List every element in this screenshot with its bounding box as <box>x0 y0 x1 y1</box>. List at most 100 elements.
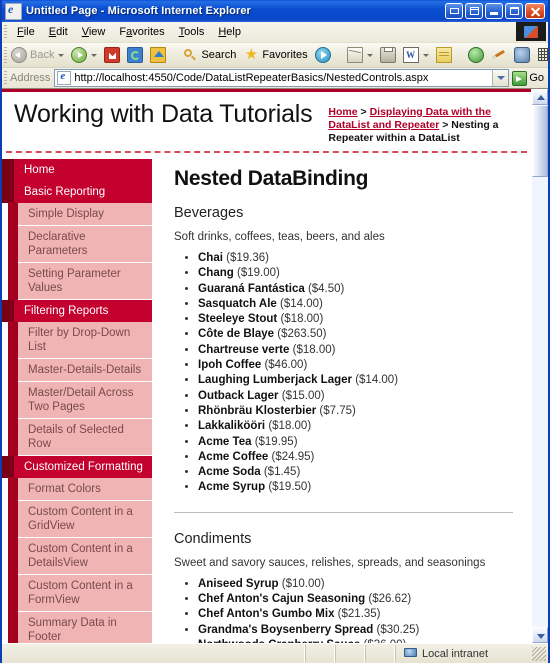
sidebar-item[interactable]: Custom Content in a GridView <box>8 500 152 538</box>
sidebar-item[interactable]: Summary Data in Footer <box>8 611 152 643</box>
back-icon <box>11 47 27 63</box>
product-name: Guaraná Fantástica <box>198 282 305 295</box>
product-name: Steeleye Stout <box>198 313 278 326</box>
product-price: ($19.00) <box>236 267 280 280</box>
sidebar-section-header[interactable]: Basic Reporting <box>2 181 152 203</box>
messenger-button[interactable] <box>511 46 533 64</box>
menu-file[interactable]: File <box>10 24 42 40</box>
chevron-down-icon[interactable] <box>422 53 429 57</box>
category-block: Condiments Sweet and savory sauces, relis… <box>174 531 513 643</box>
product-name: Ipoh Coffee <box>198 359 262 372</box>
sidebar-item[interactable]: Declarative Parameters <box>8 225 152 263</box>
edit-in-word-button[interactable]: W <box>400 46 432 64</box>
address-url-text: http://localhost:4550/Code/DataListRepea… <box>74 72 429 84</box>
sidebar-section-label: Basic Reporting <box>24 186 106 198</box>
messenger-icon <box>513 47 530 63</box>
search-button[interactable]: Search <box>179 46 239 64</box>
chevron-down-icon[interactable] <box>366 53 373 57</box>
product-list: Chai ($19.36)Chang ($19.00)Guaraná Fantá… <box>176 251 513 496</box>
product-price: ($19.50) <box>268 481 312 494</box>
sidebar-section: Home <box>2 159 152 181</box>
product-price: ($10.00) <box>281 577 325 590</box>
close-icon[interactable] <box>525 3 545 19</box>
breadcrumb: Home > Displaying Data with the DataList… <box>328 106 521 145</box>
sidebar-section-header[interactable]: Customized Formatting <box>2 456 152 478</box>
refresh-button[interactable] <box>124 46 146 64</box>
menu-help[interactable]: Help <box>211 24 248 40</box>
chevron-down-icon[interactable] <box>58 53 65 57</box>
search-label: Search <box>201 49 237 61</box>
scrollbar-track[interactable] <box>532 105 548 627</box>
media-button[interactable] <box>312 46 334 64</box>
research-button[interactable] <box>465 46 487 64</box>
menu-edit[interactable]: Edit <box>42 24 75 40</box>
sidebar-item[interactable]: Custom Content in a DetailsView <box>8 537 152 575</box>
product-item: Outback Lager ($15.00) <box>198 389 513 404</box>
product-price: ($26.62) <box>368 593 412 606</box>
home-button[interactable] <box>147 46 169 64</box>
address-input[interactable]: http://localhost:4550/Code/DataListRepea… <box>54 69 510 87</box>
research-globe-icon <box>467 47 484 63</box>
product-name: Acme Soda <box>198 466 261 479</box>
address-dropdown-button[interactable] <box>492 70 509 86</box>
product-name: Rhönbräu Klosterbier <box>198 404 317 417</box>
product-price: ($19.95) <box>254 435 298 448</box>
status-pane <box>365 645 395 662</box>
breadcrumb-home-link[interactable]: Home <box>328 106 357 118</box>
category-block: Beverages Soft drinks, coffees, teas, bee… <box>174 205 513 496</box>
highlighter-icon <box>491 47 507 63</box>
title-bar: Untitled Page - Microsoft Internet Explo… <box>2 0 548 22</box>
restore-group-icon[interactable] <box>445 3 463 19</box>
main-content: Nested DataBinding Beverages Soft drinks,… <box>152 153 531 643</box>
security-zone[interactable]: Local intranet <box>395 645 532 662</box>
go-button[interactable]: Go <box>509 70 548 86</box>
sidebar-section: Filtering Reports Filter by Drop-Down Lis… <box>2 300 152 456</box>
menu-favorites[interactable]: Favorites <box>112 24 171 40</box>
search-icon <box>182 47 198 63</box>
sidebar-item[interactable]: Simple Display <box>8 202 152 226</box>
category-description: Soft drinks, coffees, teas, beers, and a… <box>174 231 385 243</box>
scrollbar-thumb[interactable] <box>532 105 548 177</box>
page-scrollbar[interactable] <box>531 89 548 643</box>
back-button[interactable]: Back <box>8 46 67 64</box>
sidebar-item[interactable]: Master-Details-Details <box>8 358 152 382</box>
scroll-up-button[interactable] <box>532 89 548 105</box>
sidebar-section-label: Home <box>24 164 55 176</box>
chevron-down-icon[interactable] <box>91 53 98 57</box>
forward-button[interactable] <box>68 46 100 64</box>
stop-button[interactable] <box>101 46 123 64</box>
notes-button[interactable] <box>433 46 455 64</box>
sidebar-item[interactable]: Master/Detail Across Two Pages <box>8 381 152 419</box>
sidebar-item[interactable]: Setting Parameter Values <box>8 262 152 300</box>
minimize-icon[interactable] <box>485 3 503 19</box>
product-item: Laughing Lumberjack Lager ($14.00) <box>198 373 513 388</box>
grid-button[interactable] <box>534 46 550 64</box>
sidebar-item[interactable]: Details of Selected Row <box>8 418 152 456</box>
product-price: ($15.00) <box>281 389 325 402</box>
sidebar-item[interactable]: Custom Content in a FormView <box>8 574 152 612</box>
sidebar-section: Basic Reporting Simple Display Declarative… <box>2 181 152 300</box>
product-name: Chef Anton's Cajun Seasoning <box>198 593 366 606</box>
menu-view[interactable]: View <box>75 24 113 40</box>
media-icon <box>314 47 331 63</box>
product-item: Chef Anton's Cajun Seasoning ($26.62) <box>198 592 513 607</box>
sidebar-item[interactable]: Format Colors <box>8 477 152 501</box>
product-item: Steeleye Stout ($18.00) <box>198 312 513 327</box>
resize-grip[interactable] <box>532 646 546 661</box>
print-button[interactable] <box>377 46 399 64</box>
grid-icon <box>537 47 550 63</box>
split-window-icon[interactable] <box>465 3 483 19</box>
sidebar-section-header[interactable]: Home <box>2 159 152 181</box>
maximize-icon[interactable] <box>505 3 523 19</box>
favorites-button[interactable]: ★ Favorites <box>240 46 310 64</box>
page-title: Working with Data Tutorials <box>14 100 313 128</box>
sidebar-section-header[interactable]: Filtering Reports <box>2 300 152 322</box>
scroll-down-button[interactable] <box>532 627 548 643</box>
product-price: ($46.00) <box>264 359 308 372</box>
highlighter-button[interactable] <box>488 46 510 64</box>
product-item: Ipoh Coffee ($46.00) <box>198 358 513 373</box>
mail-button[interactable] <box>344 46 376 64</box>
sidebar-item[interactable]: Filter by Drop-Down List <box>8 321 152 359</box>
menu-tools[interactable]: Tools <box>172 24 212 40</box>
product-name: Lakkalikööri <box>198 420 266 433</box>
